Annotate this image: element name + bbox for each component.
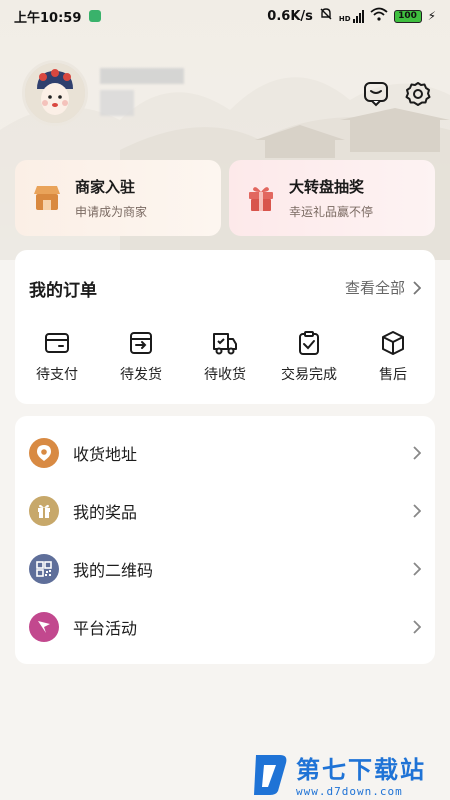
order-status-label: 售后 (379, 367, 407, 383)
watermark-url: www.d7down.com (296, 785, 403, 798)
shop-icon (34, 186, 60, 210)
box-out-icon (130, 332, 152, 354)
status-bar: 上午10:59 0.6K/s HD 100 ⚡ (0, 0, 450, 32)
menu-item-label: 我的奖品 (73, 503, 138, 522)
flag-icon (29, 612, 59, 642)
menu-item-qrcode[interactable]: 我的二维码 (15, 540, 435, 598)
wechat-notification-icon (89, 10, 102, 22)
my-orders-card: 我的订单 查看全部 待支付 待发货 待收货 交易完成 售后 (15, 250, 435, 404)
order-status-label: 交易完成 (281, 367, 337, 383)
view-all-orders-link[interactable]: 查看全部 (345, 277, 421, 298)
clipboard-check-icon (299, 331, 319, 355)
user-name-redacted (100, 68, 184, 84)
promo-title: 大转盘抽奖 (289, 178, 365, 196)
signal-icon: HD (338, 9, 364, 23)
message-button[interactable] (362, 80, 390, 108)
menu-item-label: 平台活动 (73, 619, 138, 638)
d7down-logo-icon (254, 755, 287, 795)
mute-icon (319, 7, 333, 25)
order-status-label: 待支付 (36, 367, 78, 383)
view-all-label: 查看全部 (344, 279, 405, 297)
chevron-right-icon (413, 620, 421, 634)
lucky-wheel-card[interactable]: 大转盘抽奖 幸运礼品赢不停 (229, 160, 435, 236)
battery-indicator: 100 (393, 9, 422, 23)
truck-icon (213, 333, 237, 355)
message-icon (364, 82, 388, 107)
orders-title: 我的订单 (29, 281, 97, 301)
gift-box-icon (29, 496, 59, 526)
menu-item-label: 我的二维码 (73, 561, 154, 580)
status-time: 上午10:59 (14, 10, 82, 26)
order-status-pending-receipt[interactable]: 待收货 (183, 330, 267, 384)
chevron-right-icon (413, 446, 421, 460)
watermark-brand: 第七下载站 (296, 756, 426, 784)
gift-icon (249, 187, 273, 211)
chevron-right-icon (413, 504, 421, 518)
order-status-after-sales[interactable]: 售后 (351, 330, 435, 384)
promo-subtitle: 幸运礼品赢不停 (289, 205, 374, 219)
order-status-pending-shipment[interactable]: 待发货 (99, 330, 183, 384)
promo-subtitle: 申请成为商家 (75, 205, 148, 219)
settings-button[interactable] (404, 80, 432, 108)
order-status-completed[interactable]: 交易完成 (267, 330, 351, 384)
location-pin-icon (29, 438, 59, 468)
order-status-pending-payment[interactable]: 待支付 (15, 330, 99, 384)
site-watermark: 第七下载站 www.d7down.com (250, 748, 450, 800)
package-icon (382, 331, 404, 355)
menu-item-address[interactable]: 收货地址 (15, 424, 435, 482)
qrcode-icon (29, 554, 59, 584)
gear-icon (405, 82, 431, 106)
services-menu-card: 收货地址 我的奖品 我的二维码 平台活动 (15, 416, 435, 664)
wifi-icon (369, 7, 388, 25)
menu-item-label: 收货地址 (73, 445, 138, 464)
charging-icon: ⚡ (427, 9, 436, 23)
chevron-right-icon (413, 280, 421, 295)
user-id-redacted (100, 90, 134, 116)
menu-item-prizes[interactable]: 我的奖品 (15, 482, 435, 540)
opera-mask-avatar-icon (25, 63, 85, 123)
chevron-right-icon (413, 562, 421, 576)
order-status-label: 待收货 (204, 367, 246, 383)
network-speed: 0.6K/s (267, 8, 313, 24)
wallet-icon (45, 333, 69, 353)
avatar[interactable] (22, 60, 88, 126)
order-status-label: 待发货 (120, 367, 162, 383)
merchant-join-card[interactable]: 商家入驻 申请成为商家 (15, 160, 221, 236)
promo-title: 商家入驻 (75, 178, 136, 196)
menu-item-activities[interactable]: 平台活动 (15, 598, 435, 656)
signal-label: HD (338, 14, 351, 23)
